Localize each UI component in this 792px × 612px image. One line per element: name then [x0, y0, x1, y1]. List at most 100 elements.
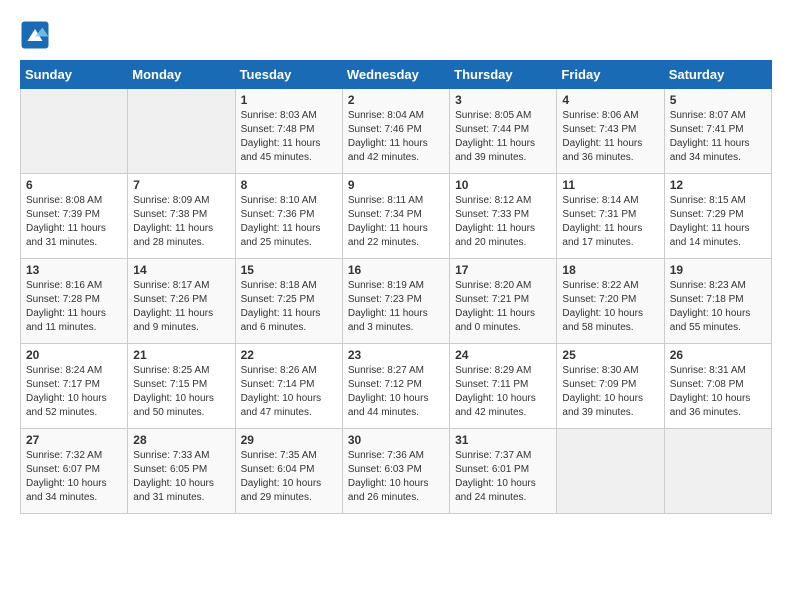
day-info: Sunrise: 8:29 AM Sunset: 7:11 PM Dayligh…	[455, 364, 551, 420]
calendar-cell: 23 Sunrise: 8:27 AM Sunset: 7:12 PM Dayli…	[342, 344, 449, 429]
calendar-cell: 26 Sunrise: 8:31 AM Sunset: 7:08 PM Dayli…	[664, 344, 771, 429]
calendar-cell: 10 Sunrise: 8:12 AM Sunset: 7:33 PM Dayli…	[450, 174, 557, 259]
calendar-cell: 14 Sunrise: 8:17 AM Sunset: 7:26 PM Dayli…	[128, 259, 235, 344]
calendar-body: 1 Sunrise: 8:03 AM Sunset: 7:48 PM Daylig…	[21, 89, 772, 514]
day-number: 16	[348, 263, 444, 277]
calendar-header: SundayMondayTuesdayWednesdayThursdayFrid…	[21, 61, 772, 89]
day-number: 21	[133, 348, 229, 362]
calendar-cell: 7 Sunrise: 8:09 AM Sunset: 7:38 PM Daylig…	[128, 174, 235, 259]
day-info: Sunrise: 8:30 AM Sunset: 7:09 PM Dayligh…	[562, 364, 658, 420]
calendar-cell: 22Sunrise: 8:26 AM Sunset: 7:14 PM Dayli…	[235, 344, 342, 429]
calendar-cell: 15Sunrise: 8:18 AM Sunset: 7:25 PM Dayli…	[235, 259, 342, 344]
header-sunday: Sunday	[21, 61, 128, 89]
calendar-cell: 20 Sunrise: 8:24 AM Sunset: 7:17 PM Dayli…	[21, 344, 128, 429]
day-info: Sunrise: 8:10 AM Sunset: 7:36 PM Dayligh…	[241, 194, 337, 250]
day-number: 19	[670, 263, 766, 277]
calendar-cell: 1 Sunrise: 8:03 AM Sunset: 7:48 PM Daylig…	[235, 89, 342, 174]
day-info: Sunrise: 8:24 AM Sunset: 7:17 PM Dayligh…	[26, 364, 122, 420]
day-number: 14	[133, 263, 229, 277]
day-info: Sunrise: 7:37 AM Sunset: 6:01 PM Dayligh…	[455, 449, 551, 505]
day-info: Sunrise: 8:12 AM Sunset: 7:33 PM Dayligh…	[455, 194, 551, 250]
day-info: Sunrise: 7:32 AM Sunset: 6:07 PM Dayligh…	[26, 449, 122, 505]
day-number: 26	[670, 348, 766, 362]
header-saturday: Saturday	[664, 61, 771, 89]
calendar-cell: 9Sunrise: 8:11 AM Sunset: 7:34 PM Daylig…	[342, 174, 449, 259]
calendar-cell: 29 Sunrise: 7:35 AM Sunset: 6:04 PM Dayli…	[235, 429, 342, 514]
calendar-cell	[557, 429, 664, 514]
header-tuesday: Tuesday	[235, 61, 342, 89]
calendar-cell: 5 Sunrise: 8:07 AM Sunset: 7:41 PM Daylig…	[664, 89, 771, 174]
header-thursday: Thursday	[450, 61, 557, 89]
week-row-1: 6Sunrise: 8:08 AM Sunset: 7:39 PM Daylig…	[21, 174, 772, 259]
calendar-cell: 31Sunrise: 7:37 AM Sunset: 6:01 PM Dayli…	[450, 429, 557, 514]
week-row-2: 13Sunrise: 8:16 AM Sunset: 7:28 PM Dayli…	[21, 259, 772, 344]
day-info: Sunrise: 8:05 AM Sunset: 7:44 PM Dayligh…	[455, 109, 551, 165]
day-number: 24	[455, 348, 551, 362]
day-number: 8	[241, 178, 337, 192]
day-info: Sunrise: 8:15 AM Sunset: 7:29 PM Dayligh…	[670, 194, 766, 250]
calendar-cell	[664, 429, 771, 514]
day-info: Sunrise: 7:35 AM Sunset: 6:04 PM Dayligh…	[241, 449, 337, 505]
header-row: SundayMondayTuesdayWednesdayThursdayFrid…	[21, 61, 772, 89]
day-info: Sunrise: 8:27 AM Sunset: 7:12 PM Dayligh…	[348, 364, 444, 420]
day-number: 1	[241, 93, 337, 107]
day-info: Sunrise: 8:17 AM Sunset: 7:26 PM Dayligh…	[133, 279, 229, 335]
calendar-cell: 25 Sunrise: 8:30 AM Sunset: 7:09 PM Dayli…	[557, 344, 664, 429]
day-number: 5	[670, 93, 766, 107]
calendar-cell: 30 Sunrise: 7:36 AM Sunset: 6:03 PM Dayli…	[342, 429, 449, 514]
day-info: Sunrise: 8:22 AM Sunset: 7:20 PM Dayligh…	[562, 279, 658, 335]
header-monday: Monday	[128, 61, 235, 89]
day-info: Sunrise: 8:25 AM Sunset: 7:15 PM Dayligh…	[133, 364, 229, 420]
calendar-cell: 4 Sunrise: 8:06 AM Sunset: 7:43 PM Daylig…	[557, 89, 664, 174]
calendar-cell: 16Sunrise: 8:19 AM Sunset: 7:23 PM Dayli…	[342, 259, 449, 344]
day-info: Sunrise: 8:14 AM Sunset: 7:31 PM Dayligh…	[562, 194, 658, 250]
header-friday: Friday	[557, 61, 664, 89]
day-number: 23	[348, 348, 444, 362]
calendar-cell: 2 Sunrise: 8:04 AM Sunset: 7:46 PM Daylig…	[342, 89, 449, 174]
header-wednesday: Wednesday	[342, 61, 449, 89]
day-info: Sunrise: 8:09 AM Sunset: 7:38 PM Dayligh…	[133, 194, 229, 250]
day-number: 7	[133, 178, 229, 192]
calendar-cell: 19Sunrise: 8:23 AM Sunset: 7:18 PM Dayli…	[664, 259, 771, 344]
day-info: Sunrise: 7:36 AM Sunset: 6:03 PM Dayligh…	[348, 449, 444, 505]
day-number: 15	[241, 263, 337, 277]
week-row-0: 1 Sunrise: 8:03 AM Sunset: 7:48 PM Daylig…	[21, 89, 772, 174]
day-number: 17	[455, 263, 551, 277]
day-number: 12	[670, 178, 766, 192]
calendar-cell	[128, 89, 235, 174]
calendar-cell: 3 Sunrise: 8:05 AM Sunset: 7:44 PM Daylig…	[450, 89, 557, 174]
day-info: Sunrise: 8:04 AM Sunset: 7:46 PM Dayligh…	[348, 109, 444, 165]
week-row-4: 27 Sunrise: 7:32 AM Sunset: 6:07 PM Dayli…	[21, 429, 772, 514]
day-info: Sunrise: 7:33 AM Sunset: 6:05 PM Dayligh…	[133, 449, 229, 505]
day-number: 22	[241, 348, 337, 362]
day-info: Sunrise: 8:06 AM Sunset: 7:43 PM Dayligh…	[562, 109, 658, 165]
calendar-table: SundayMondayTuesdayWednesdayThursdayFrid…	[20, 60, 772, 514]
day-number: 13	[26, 263, 122, 277]
day-number: 25	[562, 348, 658, 362]
calendar-cell: 24 Sunrise: 8:29 AM Sunset: 7:11 PM Dayli…	[450, 344, 557, 429]
calendar-cell: 12 Sunrise: 8:15 AM Sunset: 7:29 PM Dayli…	[664, 174, 771, 259]
calendar-cell: 28 Sunrise: 7:33 AM Sunset: 6:05 PM Dayli…	[128, 429, 235, 514]
day-info: Sunrise: 8:20 AM Sunset: 7:21 PM Dayligh…	[455, 279, 551, 335]
day-number: 28	[133, 433, 229, 447]
calendar-cell: 6Sunrise: 8:08 AM Sunset: 7:39 PM Daylig…	[21, 174, 128, 259]
day-number: 30	[348, 433, 444, 447]
calendar-cell	[21, 89, 128, 174]
day-number: 27	[26, 433, 122, 447]
day-number: 29	[241, 433, 337, 447]
day-number: 6	[26, 178, 122, 192]
page-header	[20, 20, 772, 50]
calendar-cell: 27 Sunrise: 7:32 AM Sunset: 6:07 PM Dayli…	[21, 429, 128, 514]
calendar-cell: 13Sunrise: 8:16 AM Sunset: 7:28 PM Dayli…	[21, 259, 128, 344]
day-info: Sunrise: 8:07 AM Sunset: 7:41 PM Dayligh…	[670, 109, 766, 165]
day-number: 10	[455, 178, 551, 192]
day-number: 3	[455, 93, 551, 107]
logo	[20, 20, 56, 50]
day-info: Sunrise: 8:31 AM Sunset: 7:08 PM Dayligh…	[670, 364, 766, 420]
calendar-cell: 8 Sunrise: 8:10 AM Sunset: 7:36 PM Daylig…	[235, 174, 342, 259]
day-number: 2	[348, 93, 444, 107]
day-number: 4	[562, 93, 658, 107]
calendar-cell: 21 Sunrise: 8:25 AM Sunset: 7:15 PM Dayli…	[128, 344, 235, 429]
day-number: 20	[26, 348, 122, 362]
day-info: Sunrise: 8:03 AM Sunset: 7:48 PM Dayligh…	[241, 109, 337, 165]
